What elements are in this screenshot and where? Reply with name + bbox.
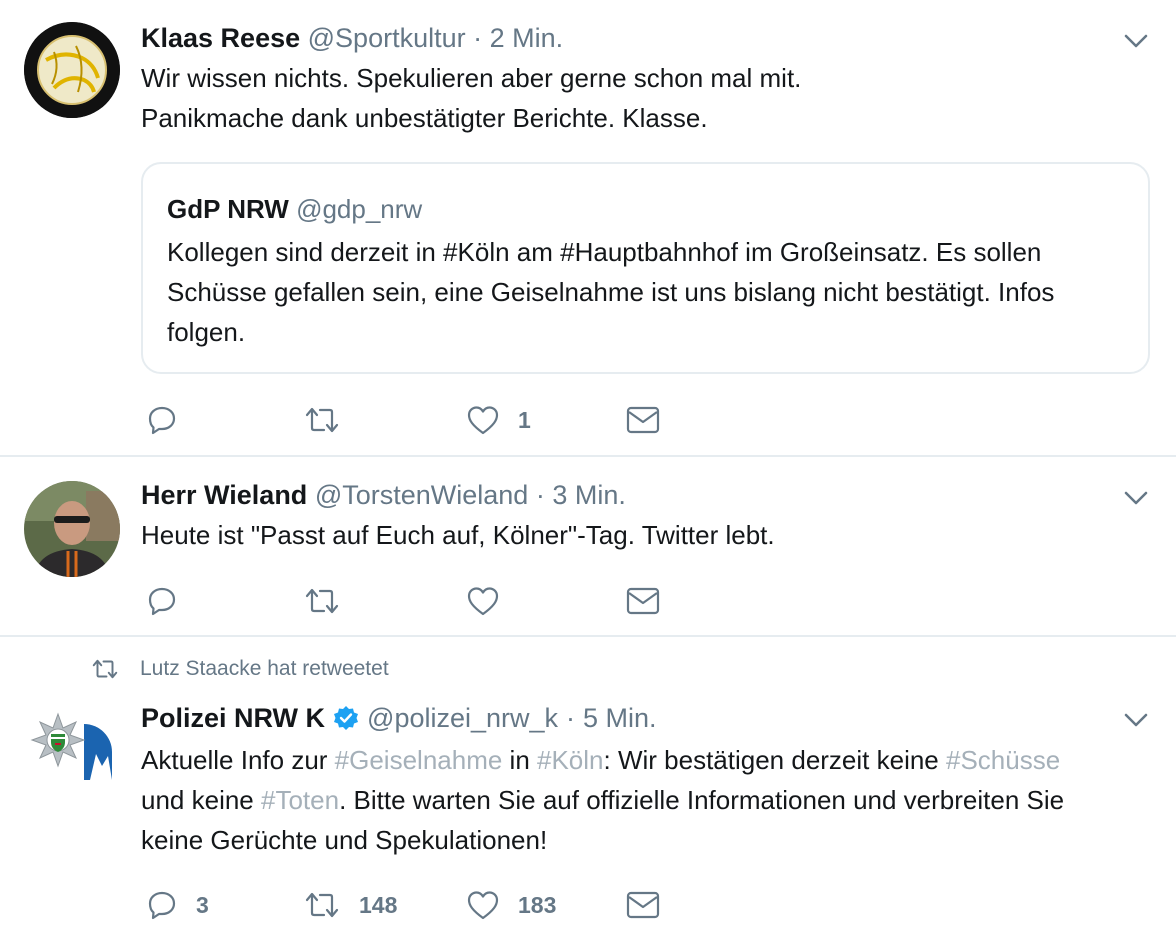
reply-button[interactable]: 3 xyxy=(146,887,209,923)
retweet-icon xyxy=(305,407,339,433)
like-count: 183 xyxy=(518,891,557,918)
tweet-polizei-nrw-k[interactable]: Polizei NRW K @polizei_nrw_k · 5 Min. Ak… xyxy=(0,700,1176,938)
retweet-button[interactable]: 148 xyxy=(303,887,397,923)
tweet-divider xyxy=(0,635,1176,637)
tweet-actions: 3 148 183 xyxy=(141,887,741,923)
timestamp[interactable]: 2 Min. xyxy=(490,23,564,53)
tweet-header: Herr Wieland @TorstenWieland · 3 Min. xyxy=(141,479,626,511)
dm-button[interactable] xyxy=(626,583,660,619)
tweet-text-line: Panikmache dank unbestätigter Berichte. … xyxy=(141,103,708,133)
like-icon xyxy=(467,406,499,435)
tweet-header: Klaas Reese @Sportkultur · 2 Min. xyxy=(141,22,563,54)
display-name[interactable]: Klaas Reese xyxy=(141,23,300,53)
quoted-text-line: folgen. xyxy=(167,317,246,347)
tweet-text: Aktuelle Info zur #Geiselnahme in #Köln:… xyxy=(141,740,1064,860)
separator: · xyxy=(535,480,545,510)
tweet-text-line: Aktuelle Info zur #Geiselnahme in #Köln:… xyxy=(141,740,1064,780)
tweet-text-line: keine Gerüchte und Spekulationen! xyxy=(141,825,548,855)
username[interactable]: @Sportkultur xyxy=(308,23,466,53)
avatar-photo-image xyxy=(24,481,120,577)
retweet-button[interactable] xyxy=(303,583,359,619)
retweet-context-icon xyxy=(92,659,118,679)
avatar-klaas-reese[interactable] xyxy=(24,22,120,118)
separator: · xyxy=(566,703,576,733)
reply-button[interactable] xyxy=(146,583,196,619)
retweet-context: Lutz Staacke hat retweetet xyxy=(90,657,389,681)
caret-down-icon[interactable] xyxy=(1124,712,1148,728)
quoted-username: @gdp_nrw xyxy=(296,194,423,224)
avatar-polizei-nrw-k[interactable] xyxy=(24,704,120,800)
quoted-text-line: Schüsse gefallen sein, eine Geiselnahme … xyxy=(167,277,1055,307)
tweet-text: Wir wissen nichts. Spekulieren aber gern… xyxy=(141,58,801,138)
tweet-header: Polizei NRW K @polizei_nrw_k · 5 Min. xyxy=(141,702,657,734)
retweet-button[interactable] xyxy=(303,402,359,438)
tweet-klaas-reese[interactable]: Klaas Reese @Sportkultur · 2 Min. Wir wi… xyxy=(0,0,1176,455)
text-segment: Aktuelle Info zur xyxy=(141,745,335,775)
like-count: 1 xyxy=(518,406,531,433)
hashtag-link[interactable]: #Köln xyxy=(537,745,604,775)
like-icon xyxy=(467,891,499,920)
quoted-display-name: GdP NRW xyxy=(167,194,289,224)
tweet-text-line: und keine #Toten. Bitte warten Sie auf o… xyxy=(141,780,1064,820)
text-segment: : Wir bestätigen derzeit keine xyxy=(603,745,946,775)
separator: · xyxy=(473,23,483,53)
tweet-actions: 1 xyxy=(141,402,741,438)
like-button[interactable] xyxy=(466,583,518,619)
retweet-count: 148 xyxy=(359,891,398,918)
reply-icon xyxy=(148,587,176,616)
dm-icon xyxy=(626,891,660,919)
police-star-logo-image xyxy=(24,704,120,800)
tweet-herr-wieland[interactable]: Herr Wieland @TorstenWieland · 3 Min. He… xyxy=(0,457,1176,635)
caret-down-icon[interactable] xyxy=(1124,33,1148,49)
text-segment: . Bitte warten Sie auf offizielle Inform… xyxy=(339,785,1065,815)
username[interactable]: @TorstenWieland xyxy=(315,480,529,510)
reply-count: 3 xyxy=(196,891,209,918)
hashtag-link[interactable]: #Toten xyxy=(261,785,339,815)
username[interactable]: @polizei_nrw_k xyxy=(367,702,558,734)
like-button[interactable]: 1 xyxy=(466,402,531,438)
timestamp[interactable]: 5 Min. xyxy=(583,702,657,734)
quoted-text-line: Kollegen sind derzeit in #Köln am #Haupt… xyxy=(167,237,1042,267)
retweet-icon xyxy=(305,892,339,918)
reply-icon xyxy=(148,406,176,435)
tweet-text-line: Wir wissen nichts. Spekulieren aber gern… xyxy=(141,63,802,93)
hashtag-link[interactable]: #Geiselnahme xyxy=(335,745,503,775)
tweet-text-line: Heute ist "Passt auf Euch auf, Kölner"-T… xyxy=(141,520,775,550)
like-button[interactable]: 183 xyxy=(466,887,556,923)
dm-button[interactable] xyxy=(626,402,660,438)
display-name[interactable]: Herr Wieland xyxy=(141,480,307,510)
text-segment: in xyxy=(502,745,537,775)
retweet-context-label[interactable]: Lutz Staacke hat retweetet xyxy=(140,657,389,681)
quoted-tweet-text: Kollegen sind derzeit in #Köln am #Haupt… xyxy=(167,232,1054,352)
retweet-icon xyxy=(305,588,339,614)
caret-down-icon[interactable] xyxy=(1124,490,1148,506)
dm-button[interactable] xyxy=(626,887,660,923)
reply-icon xyxy=(148,891,176,920)
dm-icon xyxy=(626,587,660,615)
verified-badge-icon xyxy=(334,706,359,730)
hashtag-link[interactable]: #Schüsse xyxy=(946,745,1060,775)
reply-button[interactable] xyxy=(146,402,196,438)
tweet-actions xyxy=(141,583,741,619)
timestamp[interactable]: 3 Min. xyxy=(552,480,626,510)
text-segment: und keine xyxy=(141,785,261,815)
dm-icon xyxy=(626,406,660,434)
display-name[interactable]: Polizei NRW K xyxy=(141,702,325,734)
quoted-tweet-header: GdP NRW @gdp_nrw xyxy=(167,194,422,225)
avatar-logo-image xyxy=(24,22,120,118)
like-icon xyxy=(467,587,499,616)
tweet-text: Heute ist "Passt auf Euch auf, Kölner"-T… xyxy=(141,515,775,555)
avatar-herr-wieland[interactable] xyxy=(24,481,120,577)
quoted-tweet[interactable]: GdP NRW @gdp_nrw Kollegen sind derzeit i… xyxy=(141,162,1150,374)
